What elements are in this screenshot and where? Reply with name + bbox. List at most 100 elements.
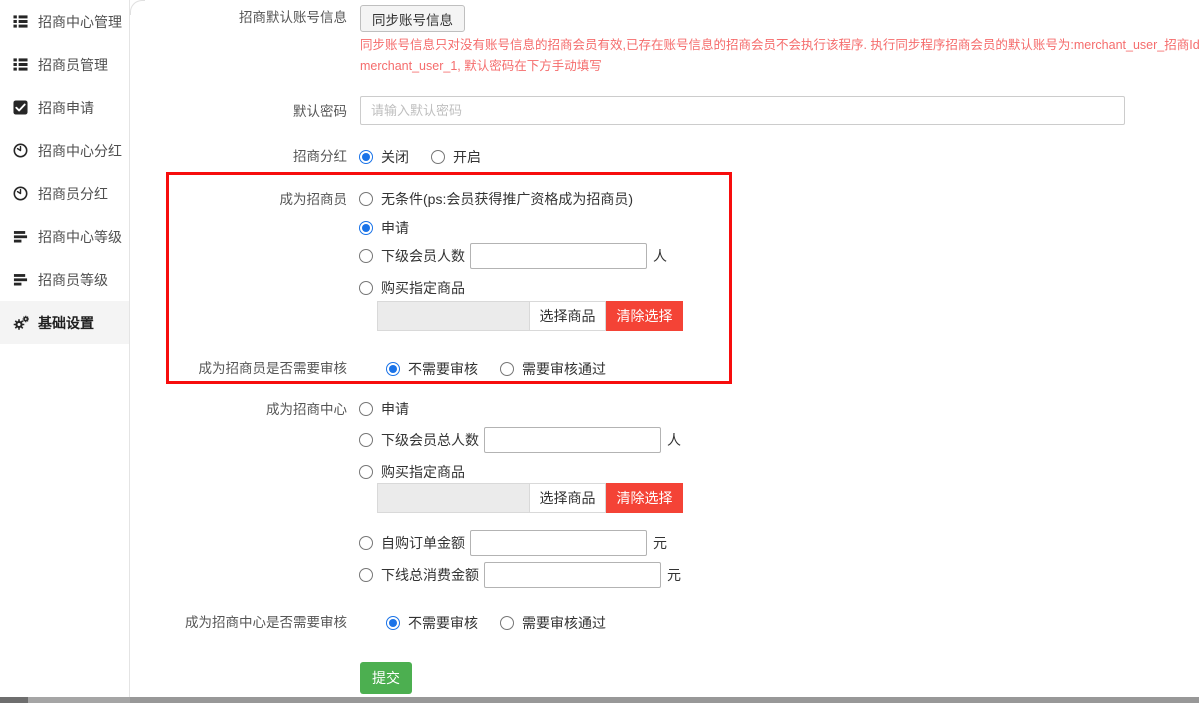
sidebar-item-merchant-center-dividend[interactable]: 招商中心分红 xyxy=(0,129,129,172)
sidebar-item-basic-settings[interactable]: 基础设置 xyxy=(0,301,129,344)
radio-label: 申请 xyxy=(381,218,409,238)
radio-icon[interactable] xyxy=(500,362,514,376)
th-list-icon xyxy=(13,14,30,29)
agent-option-unconditional[interactable]: 无条件(ps:会员获得推广资格成为招商员) xyxy=(359,185,633,213)
center-option-self-order-amount[interactable]: 自购订单金额 元 xyxy=(359,529,667,557)
center-sub-member-total-input[interactable] xyxy=(484,427,661,453)
radio-label: 购买指定商品 xyxy=(381,278,465,298)
agent-clear-selection-button[interactable]: 清除选择 xyxy=(606,301,683,331)
center-clear-selection-button[interactable]: 清除选择 xyxy=(606,483,683,513)
center-option-apply[interactable]: 申请 xyxy=(359,395,409,423)
center-audit-option-yes[interactable]: 需要审核通过 xyxy=(500,615,606,631)
center-option-sub-members-total[interactable]: 下级会员总人数 人 xyxy=(359,426,681,454)
sync-warning-line2: merchant_user_1, 默认密码在下方手动填写 xyxy=(360,55,602,74)
center-self-order-amount-input[interactable] xyxy=(470,530,647,556)
agent-option-buy-product[interactable]: 购买指定商品 xyxy=(359,274,465,302)
center-selected-product-input[interactable] xyxy=(377,483,530,513)
agent-selected-product-input[interactable] xyxy=(377,301,530,331)
radio-icon[interactable] xyxy=(359,433,373,447)
radio-icon[interactable] xyxy=(359,402,373,416)
radio-icon[interactable] xyxy=(359,281,373,295)
unit-label: 人 xyxy=(653,246,667,266)
clock-icon xyxy=(13,143,30,158)
sidebar-item-merchant-application[interactable]: 招商申请 xyxy=(0,86,129,129)
agent-sub-member-count-input[interactable] xyxy=(470,243,647,269)
th-list-icon xyxy=(13,57,30,72)
sidebar-item-label: 招商员分红 xyxy=(38,184,108,204)
clock-icon xyxy=(13,186,30,201)
sidebar-item-merchant-staff-level[interactable]: 招商员等级 xyxy=(0,258,129,301)
sidebar-item-label: 招商申请 xyxy=(38,98,94,118)
agent-choose-product-button[interactable]: 选择商品 xyxy=(529,301,606,331)
center-audit-option-no[interactable]: 不需要审核 xyxy=(386,615,478,631)
center-choose-product-button[interactable]: 选择商品 xyxy=(529,483,606,513)
radio-icon[interactable] xyxy=(500,616,514,630)
center-product-picker: 选择商品 清除选择 xyxy=(377,483,683,513)
radio-label: 需要审核通过 xyxy=(522,613,606,633)
radio-label: 需要审核通过 xyxy=(522,359,606,379)
radio-label: 无条件(ps:会员获得推广资格成为招商员) xyxy=(381,189,633,209)
radio-label: 不需要审核 xyxy=(408,613,478,633)
admin-settings-page: 招商中心管理 招商员管理 招商申请 招商中心分红 招商员分红 xyxy=(0,0,1199,703)
radio-icon[interactable] xyxy=(359,568,373,582)
radio-icon[interactable] xyxy=(359,249,373,263)
horizontal-scrollbar[interactable] xyxy=(0,697,1199,703)
radio-icon[interactable] xyxy=(431,150,445,164)
sync-account-button[interactable]: 同步账号信息 xyxy=(360,5,465,32)
dividend-option-off[interactable]: 关闭 xyxy=(359,149,409,165)
agent-option-apply[interactable]: 申请 xyxy=(359,214,409,242)
become-center-label: 成为招商中心 xyxy=(160,402,347,418)
center-audit-radio-group: 不需要审核 需要审核通过 xyxy=(386,615,606,631)
agent-audit-radio-group: 不需要审核 需要审核通过 xyxy=(386,361,606,377)
sidebar-item-label: 基础设置 xyxy=(38,313,94,333)
center-downline-total-amount-input[interactable] xyxy=(484,562,661,588)
unit-label: 元 xyxy=(653,533,667,553)
center-option-buy-product[interactable]: 购买指定商品 xyxy=(359,458,465,486)
sidebar-item-label: 招商中心等级 xyxy=(38,227,122,247)
sidebar-item-label: 招商中心管理 xyxy=(38,12,122,32)
default-password-input[interactable] xyxy=(360,96,1125,125)
sidebar-item-label: 招商中心分红 xyxy=(38,141,122,161)
sidebar-item-merchant-center-level[interactable]: 招商中心等级 xyxy=(0,215,129,258)
radio-label: 购买指定商品 xyxy=(381,462,465,482)
agent-product-picker: 选择商品 清除选择 xyxy=(377,301,683,331)
radio-label: 开启 xyxy=(453,147,481,167)
sidebar-item-label: 招商员等级 xyxy=(38,270,108,290)
radio-icon[interactable] xyxy=(386,362,400,376)
submit-button[interactable]: 提交 xyxy=(360,662,412,694)
default-password-label: 默认密码 xyxy=(160,104,347,120)
unit-label: 人 xyxy=(667,430,681,450)
center-option-downline-total-amount[interactable]: 下线总消费金额 元 xyxy=(359,561,681,589)
agent-audit-option-no[interactable]: 不需要审核 xyxy=(386,361,478,377)
radio-label: 不需要审核 xyxy=(408,359,478,379)
radio-icon[interactable] xyxy=(359,150,373,164)
agent-audit-label: 成为招商员是否需要审核 xyxy=(160,361,347,377)
scrollbar-thumb[interactable] xyxy=(0,697,28,703)
level-bars-icon xyxy=(13,229,30,244)
radio-label: 下级会员总人数 xyxy=(381,430,479,450)
radio-label: 下级会员人数 xyxy=(381,246,465,266)
gears-icon xyxy=(13,315,30,330)
check-square-icon xyxy=(13,100,30,115)
radio-label: 下线总消费金额 xyxy=(381,565,479,585)
radio-icon[interactable] xyxy=(359,221,373,235)
radio-icon[interactable] xyxy=(359,192,373,206)
radio-icon[interactable] xyxy=(359,536,373,550)
radio-label: 自购订单金额 xyxy=(381,533,465,553)
agent-option-sub-members[interactable]: 下级会员人数 人 xyxy=(359,242,667,270)
dividend-label: 招商分红 xyxy=(160,149,347,165)
dividend-radio-group: 关闭 开启 xyxy=(359,149,481,165)
sync-warning-line1: 同步账号信息只对没有账号信息的招商会员有效,已存在账号信息的招商会员不会执行该程… xyxy=(360,34,1199,53)
radio-icon[interactable] xyxy=(386,616,400,630)
scrollbar-track-segment xyxy=(28,697,130,703)
radio-icon[interactable] xyxy=(359,465,373,479)
agent-audit-option-yes[interactable]: 需要审核通过 xyxy=(500,361,606,377)
sidebar: 招商中心管理 招商员管理 招商申请 招商中心分红 招商员分红 xyxy=(0,0,130,703)
sync-account-label: 招商默认账号信息 xyxy=(160,10,347,26)
center-audit-label: 成为招商中心是否需要审核 xyxy=(160,615,347,631)
sidebar-item-merchant-staff-management[interactable]: 招商员管理 xyxy=(0,43,129,86)
unit-label: 元 xyxy=(667,565,681,585)
dividend-option-on[interactable]: 开启 xyxy=(431,149,481,165)
sidebar-item-merchant-staff-dividend[interactable]: 招商员分红 xyxy=(0,172,129,215)
sidebar-item-merchant-center-management[interactable]: 招商中心管理 xyxy=(0,0,129,43)
